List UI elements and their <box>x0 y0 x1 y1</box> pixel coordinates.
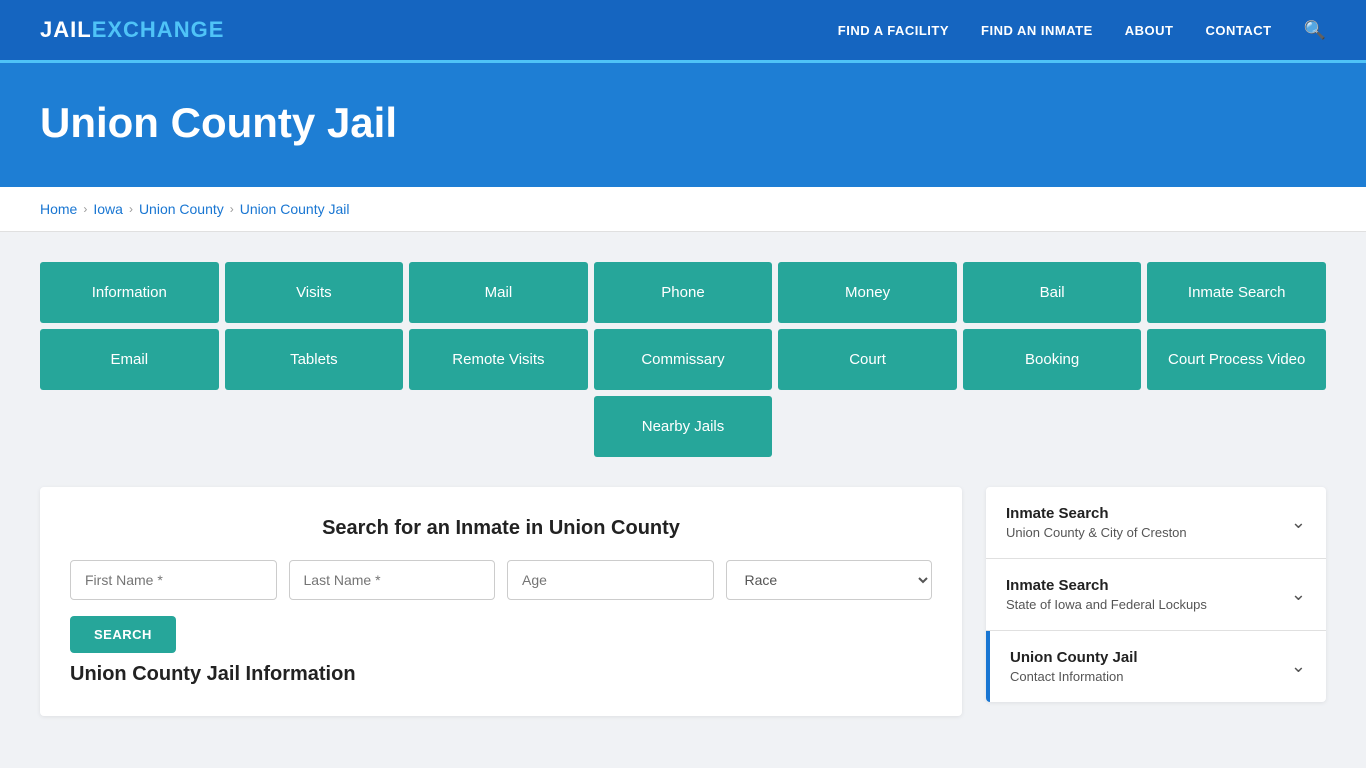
main-content: Information Visits Mail Phone Money Bail… <box>0 232 1366 746</box>
nav-find-inmate[interactable]: FIND AN INMATE <box>981 23 1093 38</box>
site-header: JAIL EXCHANGE FIND A FACILITY FIND AN IN… <box>0 0 1366 60</box>
info-section: Union County Jail Information <box>70 663 932 686</box>
sidebar-item-1-title: Inmate Search <box>1006 505 1187 522</box>
breadcrumb-home[interactable]: Home <box>40 201 77 217</box>
search-panel: Search for an Inmate in Union County Rac… <box>40 487 962 716</box>
search-title: Search for an Inmate in Union County <box>70 517 932 540</box>
race-select[interactable]: Race White Black Hispanic Asian Other <box>726 560 933 600</box>
logo-jail: JAIL <box>40 17 92 43</box>
breadcrumb-bar: Home › Iowa › Union County › Union Count… <box>0 187 1366 232</box>
sidebar-item-3[interactable]: Union County Jail Contact Information ⌄ <box>986 631 1326 702</box>
site-logo[interactable]: JAIL EXCHANGE <box>40 17 224 43</box>
grid-row-2: Email Tablets Remote Visits Commissary C… <box>40 329 1326 390</box>
sidebar-item-1-subtitle: Union County & City of Creston <box>1006 525 1187 540</box>
info-btn[interactable]: Information <box>40 262 219 323</box>
booking-btn[interactable]: Booking <box>963 329 1142 390</box>
breadcrumb-sep-1: › <box>83 202 87 216</box>
nav-contact[interactable]: CONTACT <box>1205 23 1271 38</box>
search-icon-button[interactable]: 🔍 <box>1304 20 1326 41</box>
info-section-title: Union County Jail Information <box>70 663 932 686</box>
grid-row-1: Information Visits Mail Phone Money Bail… <box>40 262 1326 323</box>
nav-about[interactable]: ABOUT <box>1125 23 1174 38</box>
chevron-down-icon-3: ⌄ <box>1291 656 1306 677</box>
inmate-search-btn[interactable]: Inmate Search <box>1147 262 1326 323</box>
breadcrumb: Home › Iowa › Union County › Union Count… <box>40 201 1326 217</box>
visits-btn[interactable]: Visits <box>225 262 404 323</box>
bail-btn[interactable]: Bail <box>963 262 1142 323</box>
remote-visits-btn[interactable]: Remote Visits <box>409 329 588 390</box>
sidebar-item-1[interactable]: Inmate Search Union County & City of Cre… <box>986 487 1326 559</box>
hero-banner: Union County Jail <box>0 63 1366 187</box>
grid-row-3: Nearby Jails <box>40 396 1326 457</box>
breadcrumb-sep-2: › <box>129 202 133 216</box>
logo-exchange: EXCHANGE <box>92 17 225 43</box>
mail-btn[interactable]: Mail <box>409 262 588 323</box>
breadcrumb-current: Union County Jail <box>240 201 350 217</box>
breadcrumb-iowa[interactable]: Iowa <box>93 201 123 217</box>
search-button[interactable]: SEARCH <box>70 616 176 653</box>
email-btn[interactable]: Email <box>40 329 219 390</box>
court-process-btn[interactable]: Court Process Video <box>1147 329 1326 390</box>
court-btn[interactable]: Court <box>778 329 957 390</box>
commissary-btn[interactable]: Commissary <box>594 329 773 390</box>
search-form: Race White Black Hispanic Asian Other <box>70 560 932 600</box>
first-name-input[interactable] <box>70 560 277 600</box>
phone-btn[interactable]: Phone <box>594 262 773 323</box>
money-btn[interactable]: Money <box>778 262 957 323</box>
breadcrumb-sep-3: › <box>230 202 234 216</box>
sidebar-panel: Inmate Search Union County & City of Cre… <box>986 487 1326 702</box>
sidebar-item-3-subtitle: Contact Information <box>1010 669 1138 684</box>
sidebar-item-2[interactable]: Inmate Search State of Iowa and Federal … <box>986 559 1326 631</box>
chevron-down-icon-1: ⌄ <box>1291 512 1306 533</box>
content-area: Search for an Inmate in Union County Rac… <box>40 487 1326 716</box>
nearby-jails-btn[interactable]: Nearby Jails <box>594 396 773 457</box>
age-input[interactable] <box>507 560 714 600</box>
last-name-input[interactable] <box>289 560 496 600</box>
page-title: Union County Jail <box>40 99 1326 147</box>
chevron-down-icon-2: ⌄ <box>1291 584 1306 605</box>
breadcrumb-union-county[interactable]: Union County <box>139 201 224 217</box>
header-nav: FIND A FACILITY FIND AN INMATE ABOUT CON… <box>838 20 1326 41</box>
sidebar-item-3-title: Union County Jail <box>1010 649 1138 666</box>
sidebar-item-2-subtitle: State of Iowa and Federal Lockups <box>1006 597 1207 612</box>
nav-find-facility[interactable]: FIND A FACILITY <box>838 23 949 38</box>
sidebar-item-2-title: Inmate Search <box>1006 577 1207 594</box>
tablets-btn[interactable]: Tablets <box>225 329 404 390</box>
